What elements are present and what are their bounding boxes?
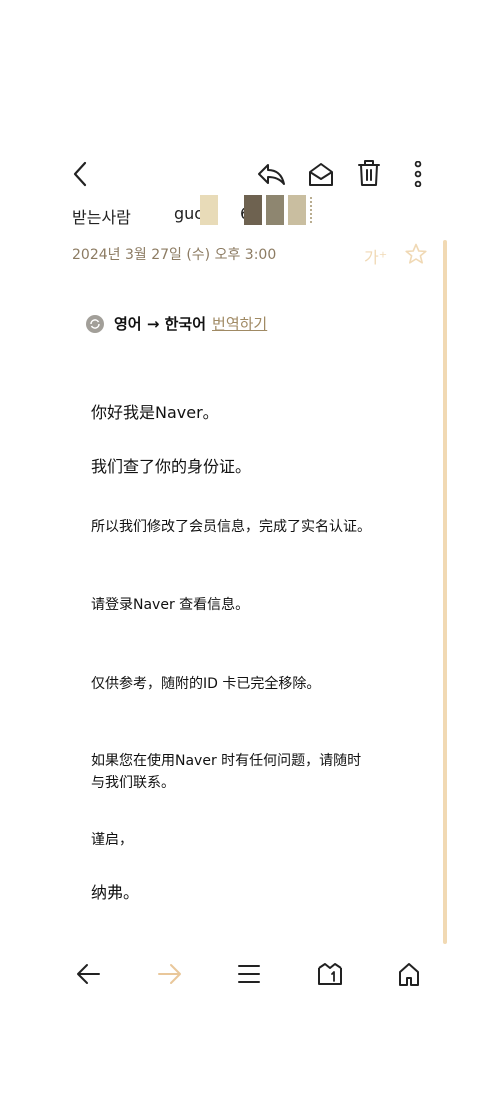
home-button[interactable] — [393, 958, 425, 990]
mail-list-button[interactable] — [233, 958, 265, 990]
message-line: 与我们联系。 — [91, 775, 175, 791]
bottom-nav — [0, 950, 498, 998]
delete-button[interactable] — [353, 157, 385, 189]
more-button[interactable] — [404, 158, 432, 190]
next-mail-button[interactable] — [154, 958, 186, 990]
font-size-button[interactable]: 가⁺ — [364, 244, 387, 268]
message-line: 纳弗。 — [91, 883, 140, 902]
chevron-left-icon — [73, 161, 87, 187]
mark-unread-button[interactable] — [305, 158, 337, 190]
reply-button[interactable] — [255, 158, 287, 190]
sent-date: 2024년 3월 27일 (수) 오후 3:00 — [72, 247, 277, 263]
top-toolbar — [0, 150, 498, 198]
trash-icon — [358, 160, 380, 186]
arrow-right-icon — [158, 964, 181, 984]
mailbox-button[interactable] — [314, 958, 346, 990]
redaction-block — [200, 195, 218, 225]
star-button[interactable] — [404, 242, 428, 270]
redaction-mark — [310, 197, 312, 223]
message-line: 你好我是Naver。 — [91, 403, 219, 422]
star-icon — [405, 243, 427, 264]
recipient-label: 받는사람 — [72, 208, 131, 227]
envelope-open-icon — [309, 163, 333, 186]
more-vertical-icon — [414, 161, 422, 187]
previous-mail-button[interactable] — [72, 958, 104, 990]
reply-icon — [258, 164, 285, 185]
message-line: 我们查了你的身份证。 — [91, 457, 252, 476]
translate-icon — [86, 314, 104, 333]
redaction-block — [244, 195, 262, 225]
home-icon — [399, 963, 419, 986]
scrollbar[interactable] — [443, 240, 447, 944]
translate-bar: 영어 → 한국어 번역하기 — [86, 313, 267, 334]
message-line: 所以我们修改了会员信息，完成了实名认证。 — [91, 519, 371, 535]
message-line: 仅供参考，随附的ID 卡已完全移除。 — [91, 676, 321, 692]
message-line: 请登录Naver 查看信息。 — [91, 597, 250, 613]
menu-icon — [238, 965, 260, 983]
arrow-left-icon — [77, 964, 100, 984]
redaction-block — [266, 195, 284, 225]
translate-link[interactable]: 번역하기 — [212, 313, 267, 334]
mailbox-icon — [318, 963, 342, 985]
message-line: 谨启， — [91, 832, 133, 848]
translate-languages: 영어 → 한국어 — [114, 315, 207, 333]
redaction-block — [288, 195, 306, 225]
back-button[interactable] — [66, 158, 94, 190]
